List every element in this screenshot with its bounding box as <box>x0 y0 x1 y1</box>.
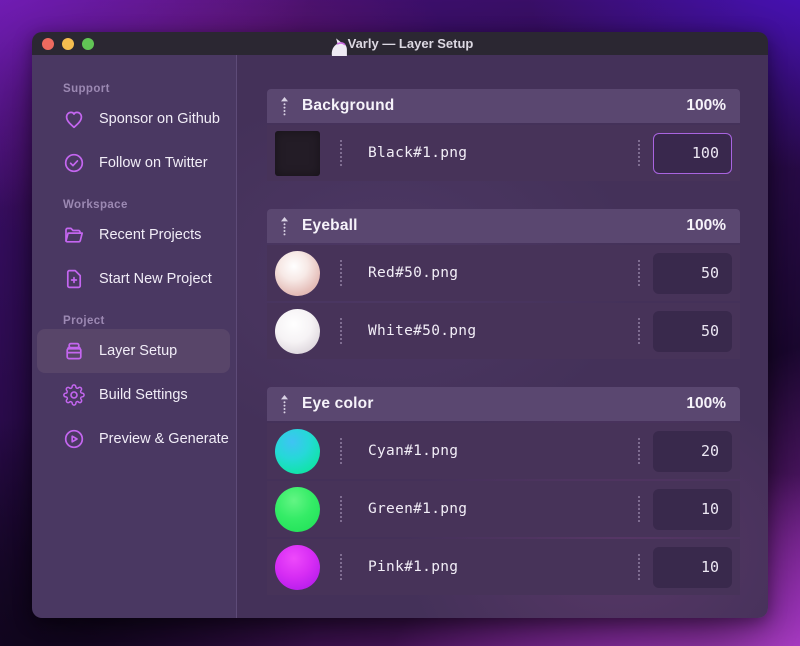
layer-row-red[interactable]: Red#50.png <box>267 245 740 301</box>
sidebar: Support Sponsor on Github Follow on Twit… <box>32 55 237 618</box>
layer-group-header[interactable]: Eye color 100% <box>267 387 740 421</box>
layer-thumbnail <box>275 250 320 296</box>
sidebar-item-label: Preview & Generate <box>99 431 229 447</box>
divider-dots <box>340 438 342 464</box>
play-circle-icon <box>62 427 86 451</box>
layer-thumbnail <box>275 428 320 474</box>
layer-filename: Cyan#1.png <box>368 443 459 459</box>
layer-row-green[interactable]: Green#1.png <box>267 481 740 537</box>
window-title-text: Varly — Layer Setup <box>347 36 474 51</box>
layer-group-header[interactable]: Background 100% <box>267 89 740 123</box>
file-plus-icon <box>62 267 86 291</box>
window-title: Varly — Layer Setup <box>32 32 768 56</box>
layer-setup-panel: Background 100% Black#1.png 100 Eyeball … <box>237 55 768 618</box>
divider-dots <box>340 496 342 522</box>
layer-group-eyeball: Eyeball 100% Red#50.png White#50.png <box>267 209 740 359</box>
sidebar-section-workspace: Workspace <box>63 199 128 211</box>
layer-group-header[interactable]: Eyeball 100% <box>267 209 740 243</box>
sidebar-item-label: Follow on Twitter <box>99 155 208 171</box>
folder-open-icon <box>62 223 86 247</box>
divider-dots <box>340 554 342 580</box>
layer-row-black[interactable]: Black#1.png <box>267 125 740 181</box>
divider-dots <box>340 140 342 166</box>
sidebar-item-label: Sponsor on Github <box>99 111 220 127</box>
sidebar-item-label: Start New Project <box>99 271 212 287</box>
drag-handle-icon[interactable] <box>280 216 289 236</box>
sidebar-section-project: Project <box>63 315 105 327</box>
sidebar-section-support: Support <box>63 83 110 95</box>
sidebar-item-label: Layer Setup <box>99 343 178 359</box>
layer-group-background: Background 100% Black#1.png <box>267 89 740 181</box>
divider-dots <box>638 260 640 286</box>
layer-filename: Pink#1.png <box>368 559 459 575</box>
layer-weight-input[interactable] <box>653 310 732 352</box>
layer-filename: Black#1.png <box>368 145 468 161</box>
layer-thumbnail <box>275 486 320 532</box>
divider-dots <box>638 140 640 166</box>
drag-handle-icon[interactable] <box>280 96 289 116</box>
app-window: Varly — Layer Setup Support Sponsor on G… <box>32 32 768 618</box>
sidebar-item-start-new-project[interactable]: Start New Project <box>32 257 236 301</box>
divider-dots <box>340 318 342 344</box>
layer-row-pink[interactable]: Pink#1.png <box>267 539 740 595</box>
divider-dots <box>638 496 640 522</box>
layer-filename: Green#1.png <box>368 501 468 517</box>
zoom-window-button[interactable] <box>82 37 94 50</box>
layer-group-eye-color: Eye color 100% Cyan#1.png Green#1.png <box>267 387 740 595</box>
sidebar-item-build-settings[interactable]: Build Settings <box>32 373 236 417</box>
sidebar-item-label: Build Settings <box>99 387 188 403</box>
layer-weight-input[interactable] <box>653 546 732 588</box>
gear-icon <box>62 383 86 407</box>
sidebar-item-label: Recent Projects <box>99 227 202 243</box>
layer-row-cyan[interactable]: Cyan#1.png <box>267 423 740 479</box>
divider-dots <box>340 260 342 286</box>
minimize-window-button[interactable] <box>62 37 74 50</box>
layer-thumbnail <box>275 308 320 354</box>
group-opacity: 100% <box>686 97 726 114</box>
layer-filename: White#50.png <box>368 323 477 339</box>
window-titlebar[interactable]: Varly — Layer Setup <box>32 32 768 56</box>
unicorn-icon <box>327 36 347 56</box>
divider-dots <box>638 438 640 464</box>
group-title: Eyeball <box>302 217 358 234</box>
divider-dots <box>638 554 640 580</box>
group-title: Eye color <box>302 395 374 412</box>
layer-weight-input[interactable] <box>653 488 732 530</box>
divider-dots <box>638 318 640 344</box>
layer-weight-input[interactable] <box>653 430 732 472</box>
traffic-lights <box>42 37 94 50</box>
layer-row-white[interactable]: White#50.png <box>267 303 740 359</box>
group-title: Background <box>302 97 395 114</box>
drag-handle-icon[interactable] <box>280 394 289 414</box>
layer-weight-input[interactable] <box>653 132 732 174</box>
sidebar-item-follow-twitter[interactable]: Follow on Twitter <box>32 141 236 185</box>
sidebar-item-recent-projects[interactable]: Recent Projects <box>32 213 236 257</box>
badge-check-icon <box>62 151 86 175</box>
sidebar-item-preview-generate[interactable]: Preview & Generate <box>32 417 236 461</box>
layer-thumbnail <box>275 130 320 176</box>
close-window-button[interactable] <box>42 37 54 50</box>
sidebar-item-sponsor-github[interactable]: Sponsor on Github <box>32 97 236 141</box>
layer-weight-input[interactable] <box>653 252 732 294</box>
layer-thumbnail <box>275 544 320 590</box>
layer-filename: Red#50.png <box>368 265 459 281</box>
group-opacity: 100% <box>686 217 726 234</box>
sidebar-item-layer-setup[interactable]: Layer Setup <box>37 329 230 373</box>
archive-box-icon <box>62 339 86 363</box>
group-opacity: 100% <box>686 395 726 412</box>
heart-icon <box>62 107 86 131</box>
